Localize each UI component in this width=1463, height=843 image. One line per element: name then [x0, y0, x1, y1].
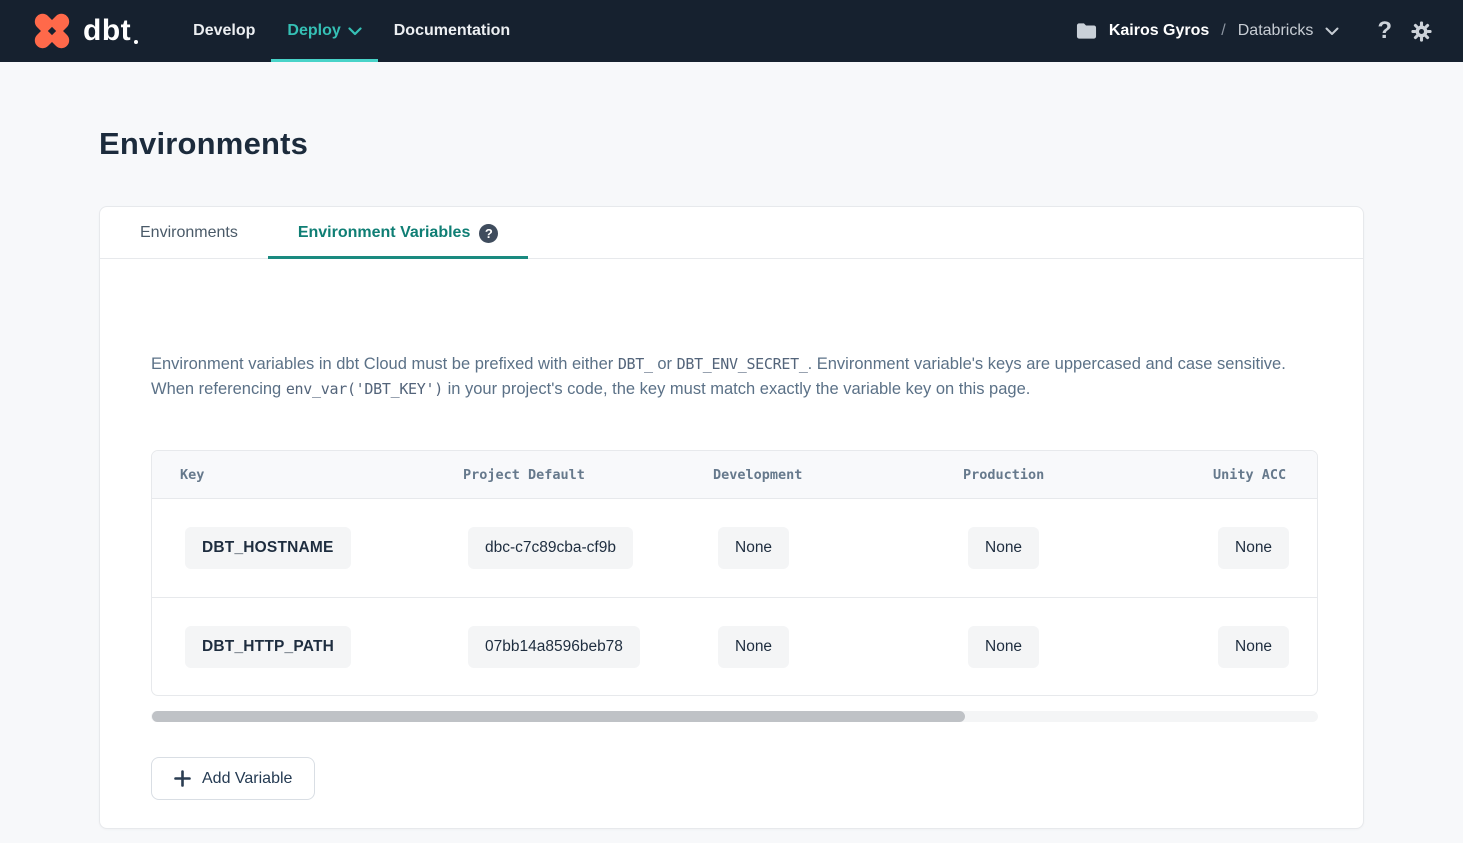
cell-key: DBT_HTTP_PATH [152, 626, 435, 668]
column-header-development: Development [685, 467, 935, 483]
chevron-down-icon [348, 27, 362, 36]
table-row: DBT_HOSTNAME dbc-c7c89cba-cf9b None None… [152, 499, 1317, 597]
navbar-right-cluster: Kairos Gyros / Databricks ? [1076, 0, 1433, 62]
chevron-down-icon[interactable] [1325, 27, 1339, 36]
dbt-logo-text: dbt [83, 14, 131, 48]
folder-icon [1076, 22, 1097, 40]
nav-item-develop[interactable]: Develop [177, 0, 271, 62]
primary-nav: Develop Deploy Documentation [177, 0, 526, 62]
description-segment: . Environment variable's keys are upperc… [808, 355, 1286, 373]
breadcrumb-separator: / [1221, 22, 1225, 40]
description-segment: in your project's code, the key must mat… [443, 380, 1030, 398]
description-segment: Environment variables in dbt Cloud must … [151, 355, 618, 373]
variable-value-pill[interactable]: None [968, 527, 1039, 569]
help-circle-icon[interactable]: ? [479, 224, 498, 243]
variable-key-pill[interactable]: DBT_HOSTNAME [185, 527, 351, 569]
cell-development: None [685, 527, 935, 569]
dbt-logo[interactable]: dbt [30, 0, 131, 62]
variable-value-pill[interactable]: None [1218, 527, 1289, 569]
page-title: Environments [99, 126, 1364, 162]
tab-label: Environment Variables [298, 224, 471, 242]
column-header-production: Production [935, 467, 1185, 483]
main-content: Environments Environments Environment Va… [0, 126, 1463, 829]
description-segment: When referencing [151, 380, 286, 398]
nav-item-label: Documentation [394, 22, 510, 40]
column-header-project-default: Project Default [435, 467, 685, 483]
variable-value-pill[interactable]: None [1218, 626, 1289, 668]
cell-project-default: 07bb14a8596beb78 [435, 626, 685, 668]
environment-variables-panel: Environment variables in dbt Cloud must … [100, 259, 1363, 800]
variable-value-pill[interactable]: 07bb14a8596beb78 [468, 626, 640, 668]
variable-value-pill[interactable]: None [718, 527, 789, 569]
variable-value-pill[interactable]: None [718, 626, 789, 668]
cell-production: None [935, 527, 1185, 569]
env-variables-table: Key Project Default Development Producti… [151, 450, 1318, 696]
top-navbar: dbt Develop Deploy Documentation Kairos … [0, 0, 1463, 62]
tab-environments[interactable]: Environments [110, 207, 268, 259]
cell-development: None [685, 626, 935, 668]
account-connection-name[interactable]: Databricks [1238, 22, 1314, 40]
tab-environment-variables[interactable]: Environment Variables ? [268, 207, 529, 259]
cell-unity-acc: None [1185, 527, 1318, 569]
cell-project-default: dbc-c7c89cba-cf9b [435, 527, 685, 569]
cell-key: DBT_HOSTNAME [152, 527, 435, 569]
nav-item-label: Develop [193, 22, 255, 40]
nav-item-label: Deploy [287, 22, 340, 40]
nav-item-documentation[interactable]: Documentation [378, 0, 526, 62]
variable-key-pill[interactable]: DBT_HTTP_PATH [185, 626, 351, 668]
inline-code: env_var('DBT_KEY') [286, 380, 443, 398]
cell-production: None [935, 626, 1185, 668]
description-text: Environment variables in dbt Cloud must … [151, 352, 1317, 402]
table-row: DBT_HTTP_PATH 07bb14a8596beb78 None None… [152, 597, 1317, 695]
horizontal-scrollbar-thumb[interactable] [152, 711, 965, 722]
variable-value-pill[interactable]: dbc-c7c89cba-cf9b [468, 527, 633, 569]
dbt-logo-icon [30, 9, 74, 53]
column-header-unity-acc: Unity ACC [1185, 467, 1318, 483]
description-segment: or [653, 355, 677, 373]
settings-gear-icon[interactable] [1410, 20, 1433, 43]
cell-unity-acc: None [1185, 626, 1318, 668]
inline-code: DBT_ [618, 355, 653, 373]
inline-code: DBT_ENV_SECRET_ [677, 355, 808, 373]
horizontal-scrollbar-track[interactable] [151, 711, 1318, 722]
environments-card: Environments Environment Variables ? Env… [99, 206, 1364, 829]
description-line-2: When referencing env_var('DBT_KEY') in y… [151, 377, 1317, 402]
tab-bar: Environments Environment Variables ? [100, 207, 1363, 259]
tab-label: Environments [140, 224, 238, 242]
variable-value-pill[interactable]: None [968, 626, 1039, 668]
add-variable-label: Add Variable [202, 770, 292, 788]
plus-icon [174, 770, 191, 787]
column-header-key: Key [152, 467, 435, 483]
description-line-1: Environment variables in dbt Cloud must … [151, 352, 1317, 377]
table-header-row: Key Project Default Development Producti… [152, 451, 1317, 499]
help-icon[interactable]: ? [1377, 17, 1392, 45]
nav-item-deploy[interactable]: Deploy [271, 0, 377, 62]
account-project-name[interactable]: Kairos Gyros [1109, 22, 1209, 40]
add-variable-button[interactable]: Add Variable [151, 757, 315, 800]
